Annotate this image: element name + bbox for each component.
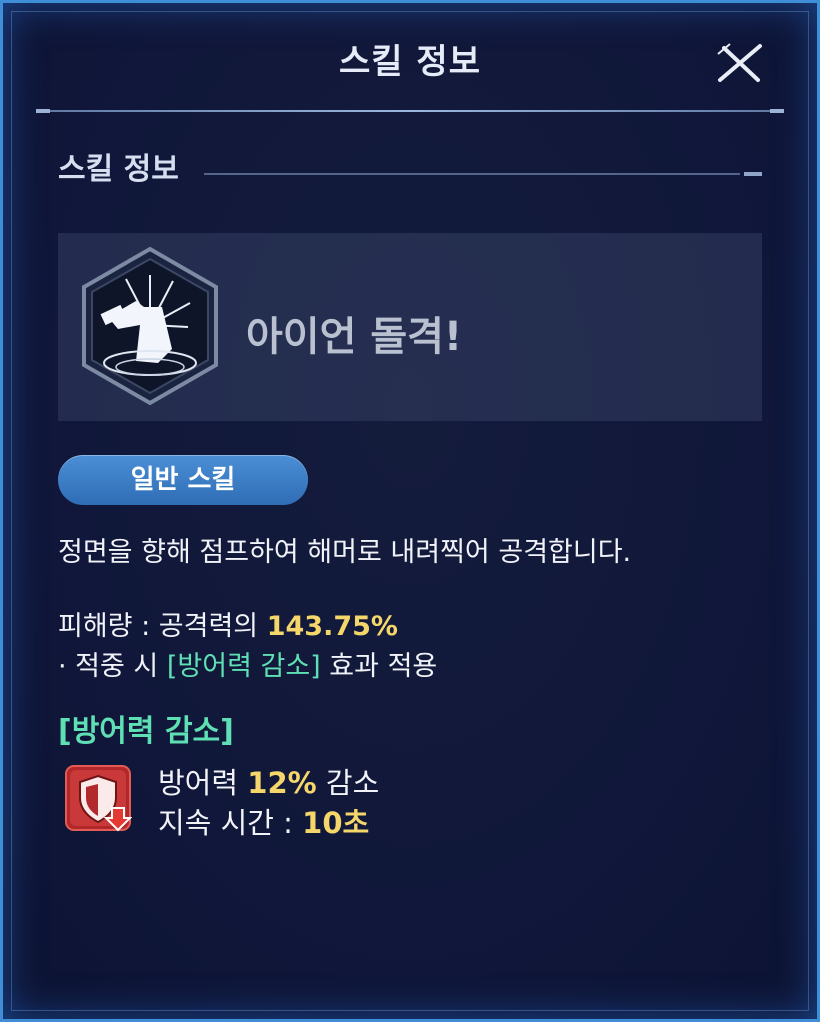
close-button[interactable] <box>712 40 768 88</box>
damage-label: 피해량 : 공격력의 <box>58 611 267 642</box>
effect-defense-line: 방어력 12% 감소 <box>158 760 379 802</box>
close-icon[interactable] <box>712 40 768 88</box>
skill-description: 정면을 향해 점프하여 해머로 내려찍어 공격합니다. <box>58 537 632 568</box>
onhit-effect-line: · 적중 시 [방어력 감소] 효과 적용 <box>58 644 437 683</box>
effect-line1-suffix: 감소 <box>316 766 380 800</box>
damage-stat: 피해량 : 공격력의 143.75% <box>58 604 398 643</box>
onhit-effect-name: [방어력 감소] <box>166 651 321 682</box>
effect-line2-value: 10초 <box>302 806 370 840</box>
section-divider-cap <box>744 172 762 176</box>
effect-line1-prefix: 방어력 <box>158 766 248 800</box>
hammer-strike-skill-icon <box>82 246 218 406</box>
effect-title: [방어력 감소] <box>58 714 234 749</box>
effect-duration-line: 지속 시간 : 10초 <box>158 800 369 842</box>
onhit-suffix: 효과 적용 <box>320 651 438 682</box>
header-divider <box>36 109 784 113</box>
defense-down-shield-icon <box>65 765 132 832</box>
dialog-title: 스킬 정보 <box>339 42 481 82</box>
section-title: 스킬 정보 <box>58 152 179 187</box>
onhit-prefix: · 적중 시 <box>58 651 167 682</box>
damage-value: 143.75% <box>266 611 398 642</box>
section-divider <box>204 173 740 175</box>
effect-line1-value: 12% <box>247 766 317 800</box>
effect-line2-prefix: 지속 시간 : <box>158 806 303 840</box>
skill-type-badge: 일반 스킬 <box>58 455 308 505</box>
skill-name: 아이언 돌격! <box>246 314 463 360</box>
